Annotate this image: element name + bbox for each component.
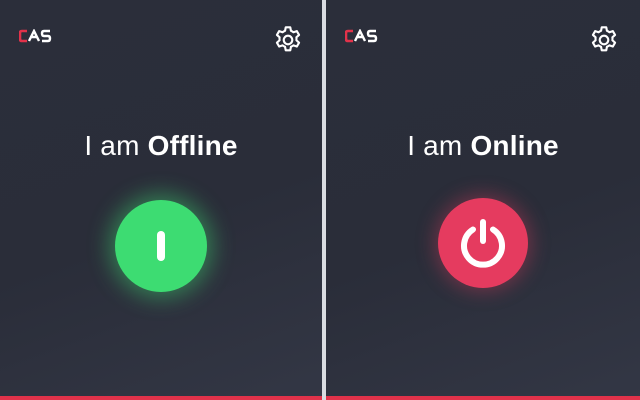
bottom-accent-bar [326, 396, 640, 400]
online-panel: I am Online [326, 0, 640, 400]
status-text: I am Online [326, 130, 640, 162]
status-state: Online [470, 130, 559, 161]
power-symbol-icon [461, 219, 505, 268]
offline-panel: I am Offline [0, 0, 322, 400]
go-online-button[interactable] [115, 200, 207, 292]
status-prefix: I am [84, 130, 140, 161]
status-state: Offline [147, 130, 238, 161]
settings-gear-icon[interactable] [272, 24, 304, 56]
settings-gear-icon[interactable] [588, 24, 620, 56]
status-prefix: I am [407, 130, 463, 161]
go-offline-button[interactable] [438, 198, 528, 288]
status-text: I am Offline [0, 130, 322, 162]
brand-logo [345, 29, 378, 43]
brand-logo [19, 29, 52, 43]
extension-screenshot: I am Offline I am Online [0, 0, 640, 400]
bottom-accent-bar [0, 396, 322, 400]
power-bar-icon [157, 231, 165, 261]
